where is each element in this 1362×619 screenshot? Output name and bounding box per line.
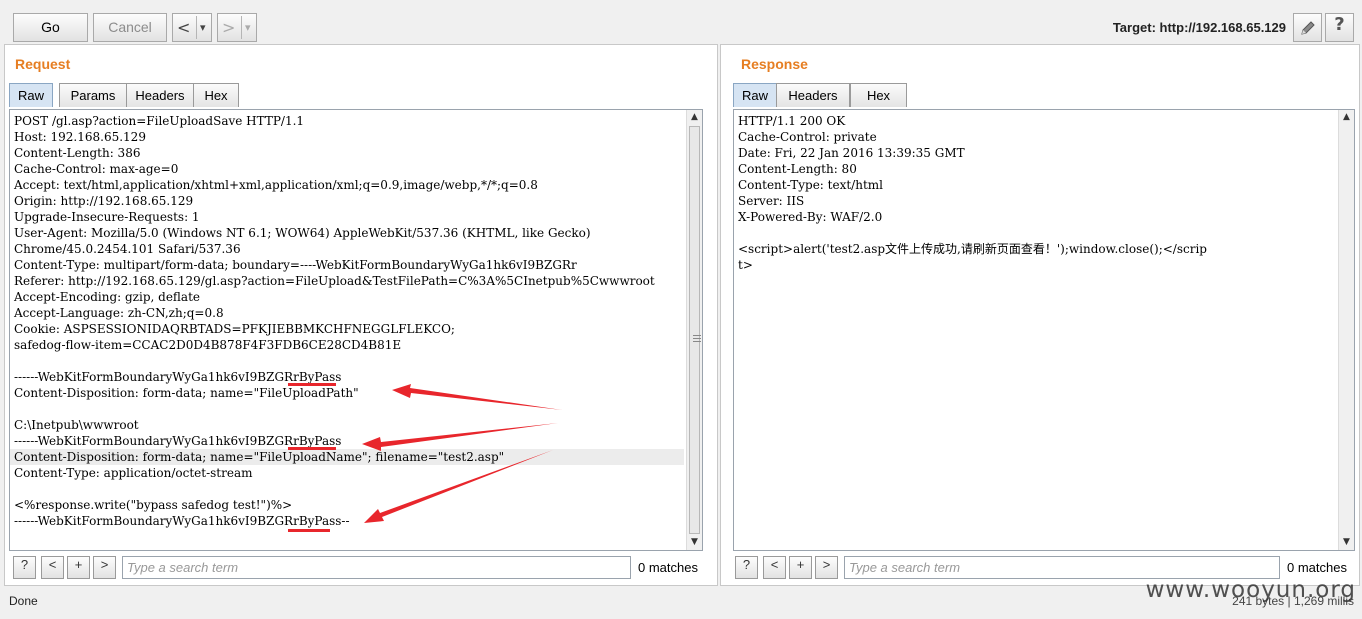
search-prev-button[interactable]: < <box>763 556 786 579</box>
request-panel: Request Raw Params Headers Hex POST /gl.… <box>4 44 718 586</box>
search-help-button[interactable]: ? <box>735 556 758 579</box>
request-search-bar: ? < + > Type a search term 0 matches <box>9 555 713 581</box>
scroll-thumb[interactable] <box>689 126 701 534</box>
cancel-button[interactable]: Cancel <box>93 13 167 42</box>
request-line: POST /gl.asp?action=FileUploadSave HTTP/… <box>14 114 305 128</box>
response-line: Content-Length: 80 <box>738 162 857 176</box>
request-line: ------WebKitFormBoundaryWyGa1hk6vI9BZGRr… <box>14 370 342 384</box>
response-panel: Response Raw Headers Hex HTTP/1.1 200 OK… <box>720 44 1360 586</box>
request-line: Origin: http://192.168.65.129 <box>14 194 194 208</box>
status-text: Done <box>9 594 38 608</box>
request-line: Content-Disposition: form-data; name="Fi… <box>14 386 359 400</box>
search-add-button[interactable]: + <box>67 556 90 579</box>
search-next-button[interactable]: > <box>815 556 838 579</box>
response-tab-raw[interactable]: Raw <box>733 83 777 107</box>
request-title: Request <box>15 56 71 72</box>
back-arrow-icon: < <box>177 18 191 37</box>
response-line: Date: Fri, 22 Jan 2016 13:39:35 GMT <box>738 146 965 160</box>
request-line: Host: 192.168.65.129 <box>14 130 146 144</box>
response-text[interactable]: HTTP/1.1 200 OK Cache-Control: private Dat… <box>738 113 1336 273</box>
request-line: User-Agent: Mozilla/5.0 (Windows NT 6.1;… <box>14 226 591 240</box>
response-tab-hex[interactable]: Hex <box>850 83 907 107</box>
request-tab-hex[interactable]: Hex <box>193 83 239 107</box>
request-text[interactable]: POST /gl.asp?action=FileUploadSave HTTP/… <box>10 113 684 529</box>
request-line: <%response.write("bypass safedog test!")… <box>14 498 293 512</box>
request-tab-raw[interactable]: Raw <box>9 83 53 107</box>
response-line <box>738 225 1336 241</box>
response-line: <script>alert('test2.asp文件上传成功,请刷新页面查看！'… <box>738 242 1207 256</box>
request-line: C:\Inetpub\wwwroot <box>14 418 139 432</box>
edit-target-button[interactable] <box>1293 13 1322 42</box>
forward-nav-button[interactable]: > ▾ <box>217 13 257 42</box>
back-nav-button[interactable]: < ▾ <box>172 13 212 42</box>
request-line: Content-Disposition: form-data; name="Fi… <box>10 449 684 465</box>
forward-arrow-icon: > <box>222 18 236 37</box>
request-line <box>14 353 684 369</box>
request-line: Content-Type: application/octet-stream <box>14 466 253 480</box>
request-line <box>14 401 684 417</box>
response-editor[interactable]: HTTP/1.1 200 OK Cache-Control: private Dat… <box>733 109 1355 551</box>
target-label: Target: http://192.168.65.129 <box>1112 20 1286 35</box>
response-line: X-Powered-By: WAF/2.0 <box>738 210 883 224</box>
watermark: www.wooyun.org <box>1145 577 1356 603</box>
response-line: HTTP/1.1 200 OK <box>738 114 846 128</box>
scroll-up-icon[interactable]: ▲ <box>1339 110 1354 125</box>
response-line: Content-Type: text/html <box>738 178 883 192</box>
request-line: Chrome/45.0.2454.101 Safari/537.36 <box>14 242 241 256</box>
response-scrollbar[interactable]: ▲ ▼ <box>1338 110 1354 550</box>
request-tab-params[interactable]: Params <box>59 83 127 107</box>
request-line: Referer: http://192.168.65.129/gl.asp?ac… <box>14 274 655 288</box>
request-line: Accept: text/html,application/xhtml+xml,… <box>14 178 538 192</box>
response-search-input[interactable]: Type a search term <box>844 556 1280 579</box>
request-line: Cache-Control: max-age=0 <box>14 162 179 176</box>
go-button[interactable]: Go <box>13 13 88 42</box>
request-line: ------WebKitFormBoundaryWyGa1hk6vI9BZGRr… <box>14 514 350 528</box>
response-line: t> <box>738 258 753 272</box>
forward-dropdown-icon[interactable]: ▾ <box>245 14 251 41</box>
request-scrollbar[interactable]: ▲ ▼ <box>686 110 702 550</box>
response-line: Cache-Control: private <box>738 130 877 144</box>
request-line: Cookie: ASPSESSIONIDAQRBTADS=PFKJIEBBMKC… <box>14 322 455 336</box>
pencil-icon <box>1300 21 1315 35</box>
request-tab-headers[interactable]: Headers <box>126 83 194 107</box>
search-prev-button[interactable]: < <box>41 556 64 579</box>
request-editor[interactable]: POST /gl.asp?action=FileUploadSave HTTP/… <box>9 109 703 551</box>
request-line <box>14 481 684 497</box>
response-line: Server: IIS <box>738 194 805 208</box>
request-line: Content-Length: 386 <box>14 146 141 160</box>
search-add-button[interactable]: + <box>789 556 812 579</box>
response-match-count: 0 matches <box>1287 560 1347 575</box>
request-line: Content-Type: multipart/form-data; bound… <box>14 258 577 272</box>
request-line: Upgrade-Insecure-Requests: 1 <box>14 210 200 224</box>
help-button[interactable]: ? <box>1325 13 1354 42</box>
request-line: Accept-Encoding: gzip, deflate <box>14 290 201 304</box>
request-line: ------WebKitFormBoundaryWyGa1hk6vI9BZGRr… <box>14 434 342 448</box>
scroll-down-icon[interactable]: ▼ <box>1339 535 1354 550</box>
scroll-down-icon[interactable]: ▼ <box>687 535 702 550</box>
response-tab-headers[interactable]: Headers <box>776 83 850 107</box>
request-line: Accept-Language: zh-CN,zh;q=0.8 <box>14 306 224 320</box>
back-dropdown-icon[interactable]: ▾ <box>200 14 206 41</box>
request-search-input[interactable]: Type a search term <box>122 556 631 579</box>
search-help-button[interactable]: ? <box>13 556 36 579</box>
request-match-count: 0 matches <box>638 560 698 575</box>
burp-repeater-window: Go Cancel < ▾ > ▾ Target: http://192.168… <box>0 0 1362 619</box>
request-line: safedog-flow-item=CCAC2D0D4B878F4F3FDB6C… <box>14 338 402 352</box>
scroll-up-icon[interactable]: ▲ <box>687 110 702 125</box>
search-next-button[interactable]: > <box>93 556 116 579</box>
response-title: Response <box>741 56 808 72</box>
